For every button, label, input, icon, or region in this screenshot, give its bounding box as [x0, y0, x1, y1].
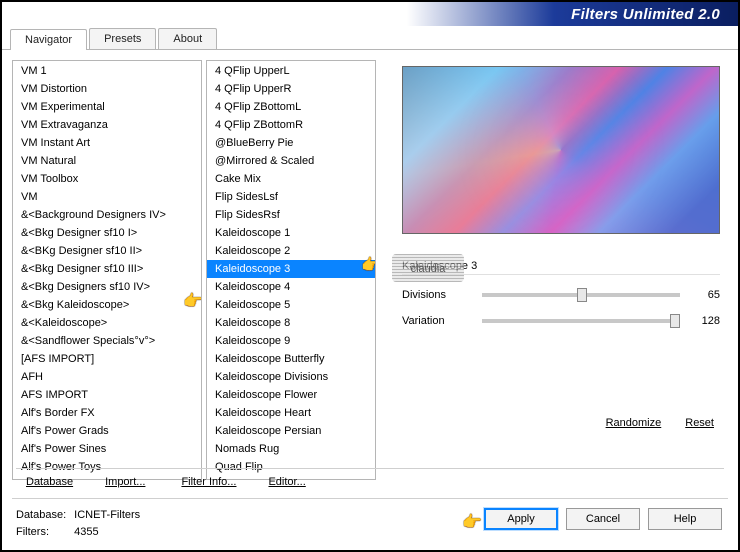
list-item[interactable]: VM Distortion [13, 80, 201, 98]
param-label: Variation [402, 315, 472, 327]
cancel-button[interactable]: Cancel [566, 508, 640, 530]
list-item[interactable]: Kaleidoscope Divisions [207, 368, 375, 386]
list-item[interactable]: Kaleidoscope Butterfly [207, 350, 375, 368]
list-item[interactable]: Alf's Border FX [13, 404, 201, 422]
list-item[interactable]: @Mirrored & Scaled [207, 152, 375, 170]
database-link[interactable]: Database [26, 476, 73, 488]
list-item[interactable]: Nomads Rug [207, 440, 375, 458]
param-value: 65 [690, 289, 720, 301]
list-item[interactable]: Alf's Power Sines [13, 440, 201, 458]
watermark: claudia [392, 254, 464, 294]
list-item[interactable]: &<Bkg Designer sf10 III> [13, 260, 201, 278]
preview-image [402, 66, 720, 234]
list-item[interactable]: Kaleidoscope 3👉 [207, 260, 375, 278]
list-item[interactable]: &<Bkg Designer sf10 I> [13, 224, 201, 242]
list-item[interactable]: Kaleidoscope Heart [207, 404, 375, 422]
list-item[interactable]: Alf's Power Toys [13, 458, 201, 476]
list-item[interactable]: VM Natural [13, 152, 201, 170]
list-item[interactable]: @BlueBerry Pie [207, 134, 375, 152]
reset-link[interactable]: Reset [685, 417, 714, 429]
list-item[interactable]: VM Extravaganza [13, 116, 201, 134]
list-item[interactable]: Kaleidoscope 8 [207, 314, 375, 332]
pointing-hand-icon: 👉 [462, 512, 482, 532]
list-item[interactable]: VM [13, 188, 201, 206]
list-item[interactable]: Kaleidoscope Flower [207, 386, 375, 404]
list-item[interactable]: Kaleidoscope 1 [207, 224, 375, 242]
pointing-hand-icon: 👉 [361, 258, 376, 274]
tab-presets[interactable]: Presets [89, 28, 156, 49]
list-item[interactable]: 4 QFlip ZBottomL [207, 98, 375, 116]
list-item[interactable]: Flip SidesLsf [207, 188, 375, 206]
list-item[interactable]: AFH [13, 368, 201, 386]
randomize-link[interactable]: Randomize [606, 417, 662, 429]
list-item[interactable]: Alf's Power Grads [13, 422, 201, 440]
filter-info-link[interactable]: Filter Info... [181, 476, 236, 488]
import-link[interactable]: Import... [105, 476, 145, 488]
list-item[interactable]: Kaleidoscope 9 [207, 332, 375, 350]
title-bar: Filters Unlimited 2.0 [2, 2, 738, 26]
param-row-variation: Variation 128 [402, 315, 720, 327]
app-title: Filters Unlimited 2.0 [571, 6, 720, 23]
tab-about[interactable]: About [158, 28, 217, 49]
filter-listbox[interactable]: 4 QFlip UpperL4 QFlip UpperR4 QFlip ZBot… [206, 60, 376, 480]
status-bar: Database:ICNET-Filters Filters:4355 [14, 506, 142, 542]
list-item[interactable]: AFS IMPORT [13, 386, 201, 404]
list-item[interactable]: &<Background Designers IV> [13, 206, 201, 224]
list-item[interactable]: &<Sandflower Specials°v°> [13, 332, 201, 350]
list-item[interactable]: Kaleidoscope 2 [207, 242, 375, 260]
list-item[interactable]: Quad Flip [207, 458, 375, 476]
list-item[interactable]: VM 1 [13, 62, 201, 80]
list-item[interactable]: Kaleidoscope 5 [207, 296, 375, 314]
list-item[interactable]: VM Instant Art [13, 134, 201, 152]
editor-link[interactable]: Editor... [268, 476, 305, 488]
list-item[interactable]: Cake Mix [207, 170, 375, 188]
list-item[interactable]: &<Kaleidoscope> [13, 314, 201, 332]
list-item[interactable]: &<Bkg Kaleidoscope>👉 [13, 296, 201, 314]
list-item[interactable]: 4 QFlip UpperL [207, 62, 375, 80]
slider-divisions[interactable] [482, 293, 680, 297]
help-button[interactable]: Help [648, 508, 722, 530]
list-item[interactable]: Kaleidoscope Persian [207, 422, 375, 440]
apply-button[interactable]: 👉 Apply [484, 508, 558, 530]
list-item[interactable]: Kaleidoscope 4 [207, 278, 375, 296]
list-item[interactable]: [AFS IMPORT] [13, 350, 201, 368]
tab-strip: Navigator Presets About [2, 26, 738, 50]
param-value: 128 [690, 315, 720, 327]
list-item[interactable]: 4 QFlip ZBottomR [207, 116, 375, 134]
slider-variation[interactable] [482, 319, 680, 323]
category-listbox[interactable]: VM 1VM DistortionVM ExperimentalVM Extra… [12, 60, 202, 480]
list-item[interactable]: &<BKg Designer sf10 II> [13, 242, 201, 260]
list-item[interactable]: VM Toolbox [13, 170, 201, 188]
list-item[interactable]: Flip SidesRsf [207, 206, 375, 224]
list-item[interactable]: &<Bkg Designers sf10 IV> [13, 278, 201, 296]
tab-navigator[interactable]: Navigator [10, 29, 87, 50]
list-item[interactable]: VM Experimental [13, 98, 201, 116]
pointing-hand-icon: 👉 [183, 294, 202, 310]
list-item[interactable]: 4 QFlip UpperR [207, 80, 375, 98]
